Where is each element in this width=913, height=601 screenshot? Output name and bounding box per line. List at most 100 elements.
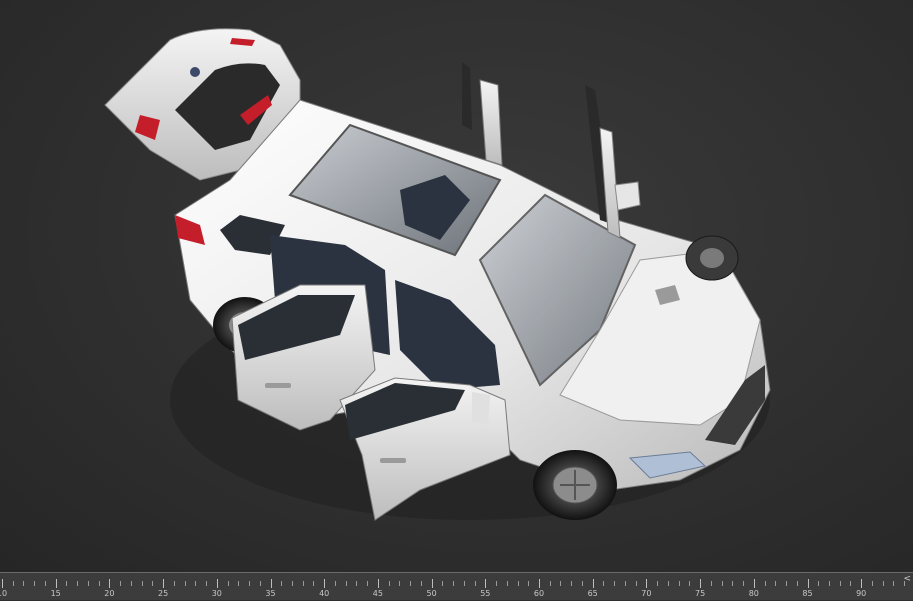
timeline-minor-tick [259, 581, 261, 586]
timeline-minor-tick [345, 581, 347, 586]
timeline-minor-tick [227, 581, 229, 586]
timeline-minor-tick [388, 581, 390, 586]
timeline-tick-label: 15 [50, 589, 61, 598]
timeline-minor-tick [571, 581, 573, 586]
timeline-tick-label: 35 [265, 589, 276, 598]
timeline-major-tick [55, 579, 57, 588]
timeline-minor-tick [77, 581, 79, 586]
timeline-minor-tick [23, 581, 25, 586]
timeline-track[interactable]: 10 15 20 25 30 35 40 45 50 55 60 65 70 75 80 85 90 [0, 573, 913, 601]
timeline-minor-tick [313, 581, 315, 586]
timeline-minor-tick [796, 581, 798, 586]
timeline-minor-tick [818, 581, 820, 586]
timeline-minor-tick [474, 581, 476, 586]
timeline-tick-label: 10 [0, 589, 8, 598]
3d-viewport[interactable] [0, 0, 913, 572]
timeline-minor-tick [786, 581, 788, 586]
side-mirror-right [614, 181, 641, 211]
timeline-major-tick [109, 579, 111, 588]
timeline-major-tick [700, 579, 702, 588]
timeline-major-tick [2, 579, 3, 588]
timeline-minor-tick [764, 581, 766, 586]
timeline-minor-tick [399, 581, 401, 586]
timeline-minor-tick [463, 581, 465, 586]
timeline-minor-tick [410, 581, 412, 586]
timeline-tick-label: 30 [211, 589, 222, 598]
timeline-minor-tick [367, 581, 369, 586]
timeline-major-tick [646, 579, 648, 588]
timeline-minor-tick [291, 581, 293, 586]
timeline-minor-tick [496, 581, 498, 586]
timeline-major-tick [592, 579, 594, 588]
timeline-minor-tick [560, 581, 562, 586]
timeline-scroll-arrow[interactable]: < [903, 574, 911, 584]
timeline-minor-tick [12, 581, 14, 586]
timeline-minor-tick [506, 581, 508, 586]
timeline-minor-tick [44, 581, 46, 586]
timeline-tick-label: 40 [319, 589, 330, 598]
car-model-render[interactable] [0, 0, 913, 572]
side-mirror-left [472, 392, 490, 425]
timeline-minor-tick [828, 581, 830, 586]
timeline-minor-tick [710, 581, 712, 586]
timeline-minor-tick [743, 581, 745, 586]
timeline-tick-label: 45 [372, 589, 383, 598]
timeline-major-tick [753, 579, 755, 588]
timeline-tick-label: 50 [426, 589, 437, 598]
timeline-minor-tick [657, 581, 659, 586]
timeline-tick-label: 25 [158, 589, 169, 598]
timeline-minor-tick [635, 581, 637, 586]
timeline-tick-label: 70 [641, 589, 652, 598]
timeline-minor-tick [130, 581, 132, 586]
door-handle [265, 383, 291, 388]
timeline-major-tick [324, 579, 326, 588]
timeline-major-tick [163, 579, 165, 588]
timeline-minor-tick [442, 581, 444, 586]
timeline-tick-label: 75 [695, 589, 706, 598]
timeline-ruler[interactable]: 10 15 20 25 30 35 40 45 50 55 60 65 70 75 80 85 90 < [0, 572, 913, 600]
timeline-minor-tick [87, 581, 89, 586]
timeline-minor-tick [184, 581, 186, 586]
timeline-minor-tick [173, 581, 175, 586]
timeline-minor-tick [281, 581, 283, 586]
timeline-minor-tick [732, 581, 734, 586]
timeline-minor-tick [238, 581, 240, 586]
timeline-tick-label: 65 [587, 589, 598, 598]
timeline-minor-tick [839, 581, 841, 586]
timeline-minor-tick [614, 581, 616, 586]
timeline-minor-tick [356, 581, 358, 586]
timeline-tick-label: 85 [802, 589, 813, 598]
timeline-minor-tick [517, 581, 519, 586]
timeline-minor-tick [98, 581, 100, 586]
timeline-minor-tick [603, 581, 605, 586]
timeline-minor-tick [249, 581, 251, 586]
front-wheel [533, 450, 617, 520]
door-handle [380, 458, 406, 463]
timeline-minor-tick [624, 581, 626, 586]
timeline-minor-tick [141, 581, 143, 586]
timeline-minor-tick [689, 581, 691, 586]
timeline-minor-tick [420, 581, 422, 586]
timeline-minor-tick [549, 581, 551, 586]
timeline-minor-tick [152, 581, 154, 586]
timeline-minor-tick [453, 581, 455, 586]
timeline-minor-tick [34, 581, 36, 586]
timeline-minor-tick [678, 581, 680, 586]
timeline-minor-tick [120, 581, 122, 586]
timeline-minor-tick [334, 581, 336, 586]
spare-wheel [685, 235, 739, 281]
timeline-minor-tick [528, 581, 530, 586]
timeline-minor-tick [850, 581, 852, 586]
timeline-minor-tick [882, 581, 884, 586]
timeline-minor-tick [195, 581, 197, 586]
badge-icon [190, 67, 200, 77]
timeline-major-tick [377, 579, 379, 588]
timeline-tick-label: 20 [104, 589, 115, 598]
timeline-minor-tick [871, 581, 873, 586]
timeline-minor-tick [667, 581, 669, 586]
timeline-tick-label: 60 [533, 589, 545, 598]
timeline-tick-label: 80 [748, 589, 759, 598]
timeline-major-tick [861, 579, 863, 588]
timeline-major-tick [539, 579, 540, 588]
rear-right-door[interactable] [462, 62, 503, 166]
